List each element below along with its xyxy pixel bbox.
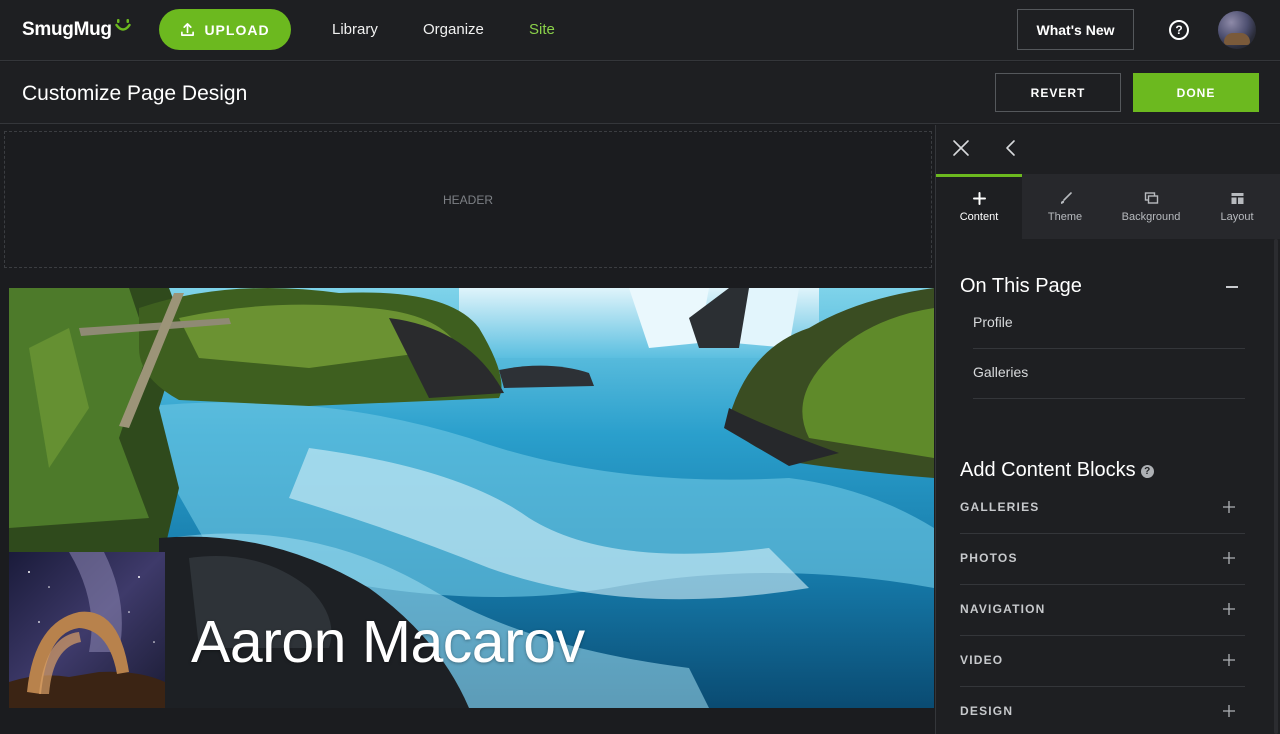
help-icon[interactable]: ?	[1169, 20, 1189, 40]
block-row-navigation[interactable]: NAVIGATION	[960, 585, 1245, 636]
nav-site-link[interactable]: Site	[529, 21, 555, 38]
add-content-blocks-title: Add Content Blocks	[960, 459, 1136, 481]
tab-content-label: Content	[959, 210, 999, 223]
block-row-photos[interactable]: PHOTOS	[960, 534, 1245, 585]
tab-theme-label: Theme	[1047, 210, 1083, 223]
customize-side-panel: Content Theme Background Layout On This …	[935, 125, 1280, 734]
profile-photo-thumbnail[interactable]	[9, 552, 165, 708]
brush-icon	[1060, 191, 1072, 204]
nav-library-link[interactable]: Library	[332, 21, 378, 38]
page-item-profile[interactable]: Profile	[973, 299, 1245, 349]
on-this-page-heading: On This Page	[960, 275, 1082, 297]
block-row-galleries[interactable]: GALLERIES	[960, 483, 1245, 534]
tab-layout[interactable]: Layout	[1194, 174, 1280, 239]
block-label: DESIGN	[960, 704, 1014, 718]
whats-new-button[interactable]: What's New	[1017, 9, 1134, 50]
arch-night-sky-image	[9, 552, 165, 708]
panel-controls	[936, 125, 1280, 174]
smile-logo-icon	[115, 19, 131, 31]
top-navigation-bar: SmugMug UPLOAD Library Organize Site Wha…	[0, 0, 1280, 61]
upload-icon	[181, 23, 195, 36]
block-row-video[interactable]: VIDEO	[960, 636, 1245, 687]
add-plus-icon[interactable]	[1223, 654, 1235, 666]
chevron-left-icon[interactable]	[1002, 139, 1020, 157]
logo-text: SmugMug	[22, 19, 112, 40]
block-label: GALLERIES	[960, 500, 1040, 514]
page-item-galleries[interactable]: Galleries	[973, 349, 1245, 399]
upload-label: UPLOAD	[204, 21, 270, 38]
tab-background[interactable]: Background	[1108, 174, 1194, 239]
page-preview-canvas: HEADER Aaron Macarov	[0, 125, 934, 734]
user-avatar[interactable]	[1218, 11, 1256, 49]
upload-button[interactable]: UPLOAD	[159, 9, 291, 50]
layout-icon	[1231, 192, 1243, 204]
panel-tabs: Content Theme Background Layout	[936, 174, 1280, 239]
hero-cover-image[interactable]: Aaron Macarov	[9, 288, 934, 708]
collapse-minus-icon[interactable]	[1226, 286, 1238, 288]
tab-background-label: Background	[1121, 210, 1181, 223]
done-button[interactable]: DONE	[1133, 73, 1259, 112]
add-plus-icon[interactable]	[1223, 552, 1235, 564]
page-title: Customize Page Design	[22, 82, 248, 105]
add-plus-icon[interactable]	[1223, 705, 1235, 717]
add-plus-icon[interactable]	[1223, 603, 1235, 615]
customize-toolbar: Customize Page Design REVERT DONE	[0, 62, 1280, 124]
background-icon	[1144, 191, 1158, 204]
tab-theme[interactable]: Theme	[1022, 174, 1108, 239]
add-content-blocks-heading: Add Content Blocks?	[960, 459, 1154, 482]
close-icon[interactable]	[952, 139, 970, 157]
help-question-icon[interactable]: ?	[1140, 465, 1154, 478]
block-row-design[interactable]: DESIGN	[960, 687, 1245, 734]
block-label: NAVIGATION	[960, 602, 1046, 616]
add-plus-icon[interactable]	[1223, 501, 1235, 513]
panel-scrollbar[interactable]	[1274, 239, 1278, 734]
hero-title-name: Aaron Macarov	[191, 609, 585, 675]
block-label: PHOTOS	[960, 551, 1018, 565]
block-label: VIDEO	[960, 653, 1004, 667]
plus-icon	[972, 191, 986, 205]
nav-organize-link[interactable]: Organize	[423, 21, 484, 38]
tab-layout-label: Layout	[1220, 210, 1254, 223]
tab-content[interactable]: Content	[936, 174, 1022, 239]
smugmug-logo[interactable]: SmugMug	[22, 16, 131, 44]
revert-button[interactable]: REVERT	[995, 73, 1121, 112]
header-placeholder[interactable]: HEADER	[4, 131, 932, 268]
